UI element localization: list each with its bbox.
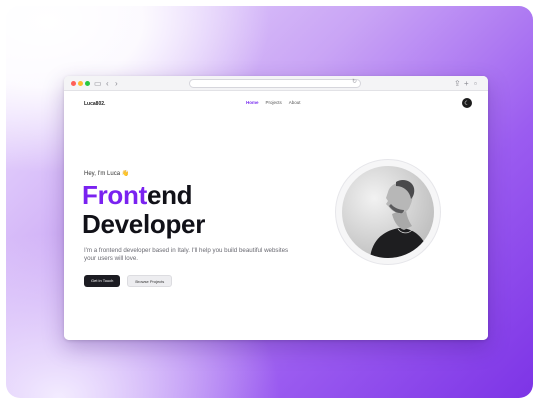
profile-photo-frame <box>335 159 441 265</box>
nav-home[interactable]: Home <box>246 100 259 105</box>
reload-icon[interactable]: ↻ <box>352 78 357 85</box>
waving-hand-icon: 👋 <box>121 171 130 177</box>
browser-window: ▭ ‹ › ↻ ⇪ + ▫ Luca802. Home Projects Abo… <box>64 76 488 340</box>
maximize-window-button[interactable] <box>85 81 90 86</box>
profile-photo <box>342 166 434 258</box>
hero-title-line2: Developer <box>82 209 206 239</box>
theme-toggle-button[interactable]: ☾ <box>462 98 472 108</box>
tab-overview-icon[interactable]: ▫ <box>474 78 477 89</box>
get-in-touch-button[interactable]: Get in Touch <box>84 275 121 287</box>
hero-title-accent: Front <box>82 180 147 210</box>
main-nav: Home Projects About <box>246 100 301 105</box>
forward-arrow-icon[interactable]: › <box>115 78 118 89</box>
browse-projects-button[interactable]: Browse Projects <box>127 275 173 287</box>
browser-toolbar: ▭ ‹ › ↻ ⇪ + ▫ <box>64 76 488 91</box>
portfolio-page: Luca802. Home Projects About ☾ Hey, I'm … <box>64 91 488 340</box>
moon-icon: ☾ <box>464 100 470 107</box>
hero-actions: Get in Touch Browse Projects <box>84 275 173 287</box>
minimize-window-button[interactable] <box>78 81 83 86</box>
address-bar[interactable]: ↻ <box>189 79 361 88</box>
hero-greeting: Hey, I'm Luca 👋 <box>84 171 130 177</box>
mockup-background: ▭ ‹ › ↻ ⇪ + ▫ Luca802. Home Projects Abo… <box>6 6 533 398</box>
share-icon[interactable]: ⇪ <box>454 78 461 89</box>
new-tab-icon[interactable]: + <box>464 78 469 89</box>
back-arrow-icon[interactable]: ‹ <box>106 78 109 89</box>
hero-description: I'm a frontend developer based in Italy.… <box>84 247 289 262</box>
sidebar-toggle-icon[interactable]: ▭ <box>94 78 102 89</box>
hero-title-rest: end <box>146 180 193 210</box>
nav-about[interactable]: About <box>289 100 301 105</box>
nav-projects[interactable]: Projects <box>266 100 282 105</box>
site-logo[interactable]: Luca802. <box>84 101 105 107</box>
hero-title: Frontend Developer <box>82 181 205 239</box>
close-window-button[interactable] <box>71 81 76 86</box>
